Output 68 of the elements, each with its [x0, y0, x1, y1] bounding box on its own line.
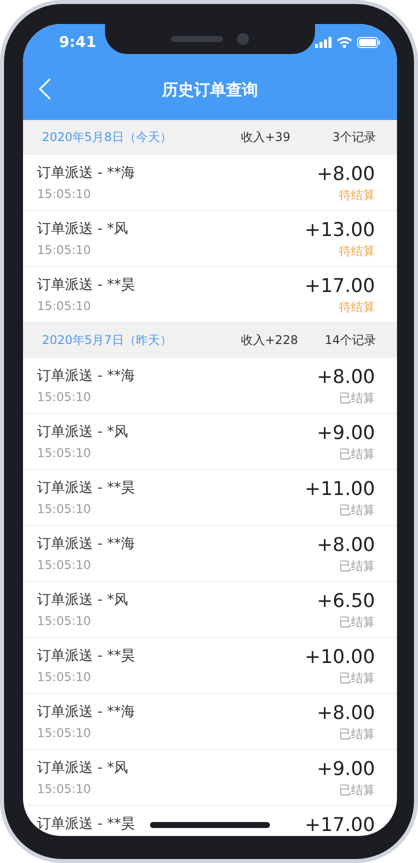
order-time: 15:05:10: [37, 298, 91, 315]
order-amount: +8.00: [316, 365, 375, 390]
order-amount: +17.00: [304, 274, 375, 299]
order-name: 订单派送 - **昊: [37, 276, 135, 295]
order-row[interactable]: 订单派送 - **昊 15:05:10 +10.00 已结算: [23, 638, 397, 694]
signal-icon: [315, 36, 332, 48]
order-time: 15:05:10: [37, 725, 91, 742]
settlement-status: 已结算: [339, 726, 375, 742]
group-income: 收入+228: [241, 332, 299, 349]
settlement-status: 已结算: [339, 390, 375, 406]
settlement-status: 已结算: [339, 446, 375, 462]
order-amount: +13.00: [304, 218, 375, 243]
order-row[interactable]: 订单派送 - **海 15:05:10 +8.00 已结算: [23, 526, 397, 582]
order-row[interactable]: 订单派送 - **海 15:05:10 +8.00 已结算: [23, 358, 397, 414]
order-amount: +10.00: [304, 645, 375, 670]
settlement-status: 已结算: [339, 614, 375, 630]
order-time: 15:05:10: [37, 445, 91, 462]
order-time: 15:05:10: [37, 501, 91, 518]
order-amount: +9.00: [316, 757, 375, 782]
order-time: 15:05:10: [37, 557, 91, 574]
order-name: 订单派送 - **昊: [37, 479, 135, 498]
order-name: 订单派送 - **昊: [37, 815, 135, 834]
order-name: 订单派送 - **海: [37, 367, 135, 386]
order-time: 15:05:10: [37, 242, 91, 259]
group-date: 2020年5月8日（今天）: [42, 129, 173, 146]
order-amount: +8.00: [316, 701, 375, 726]
order-row[interactable]: 订单派送 - **昊 15:05:10 +11.00 已结算: [23, 470, 397, 526]
order-row[interactable]: 订单派送 - *风 15:05:10 +6.50 已结算: [23, 582, 397, 638]
order-name: 订单派送 - *风: [37, 591, 128, 610]
order-amount: +8.00: [316, 533, 375, 558]
wifi-icon: [337, 36, 352, 48]
settlement-status: 待结算: [339, 299, 375, 315]
battery-icon: [357, 36, 381, 48]
order-name: 订单派送 - *风: [37, 759, 128, 778]
order-time: 15:05:10: [37, 186, 91, 203]
record-count: 3个记录: [331, 129, 376, 146]
order-amount: +8.00: [316, 162, 375, 187]
settlement-status: 待结算: [339, 187, 375, 203]
order-name: 订单派送 - *风: [37, 220, 128, 239]
order-name: 订单派送 - **海: [37, 164, 135, 183]
order-name: 订单派送 - **昊: [37, 647, 135, 666]
order-name: 订单派送 - **海: [37, 535, 135, 554]
order-name: 订单派送 - *风: [37, 423, 128, 442]
settlement-status: 已结算: [339, 558, 375, 574]
order-time: 15:05:10: [37, 669, 91, 686]
order-amount: +6.50: [316, 589, 375, 614]
page-title: 历史订单查询: [162, 80, 258, 100]
order-amount: +9.00: [316, 421, 375, 446]
settlement-status: 已结算: [339, 670, 375, 686]
settlement-status: 已结算: [339, 502, 375, 518]
group-date: 2020年5月7日（昨天）: [42, 332, 173, 349]
group-income: 收入+39: [241, 129, 292, 146]
order-amount: +17.00: [304, 813, 375, 836]
order-row[interactable]: 订单派送 - **海 15:05:10 +8.00 已结算: [23, 694, 397, 750]
status-time: 9:41: [59, 33, 96, 51]
order-time: 15:05:10: [37, 781, 91, 798]
order-time: 15:05:10: [37, 613, 91, 630]
order-row[interactable]: 订单派送 - *风 15:05:10 +9.00 已结算: [23, 750, 397, 806]
settlement-status: 待结算: [339, 243, 375, 259]
order-name: 订单派送 - **海: [37, 703, 135, 722]
order-row[interactable]: 订单派送 - **海 15:05:10 +8.00 待结算: [23, 155, 397, 211]
settlement-status: 已结算: [339, 782, 375, 798]
order-row[interactable]: 订单派送 - *风 15:05:10 +9.00 已结算: [23, 414, 397, 470]
order-time: 15:05:10: [37, 389, 91, 406]
order-row[interactable]: 订单派送 - *风 15:05:10 +13.00 待结算: [23, 211, 397, 267]
order-amount: +11.00: [304, 477, 375, 502]
record-count: 14个记录: [324, 332, 376, 349]
chevron-left-icon: [39, 78, 51, 100]
